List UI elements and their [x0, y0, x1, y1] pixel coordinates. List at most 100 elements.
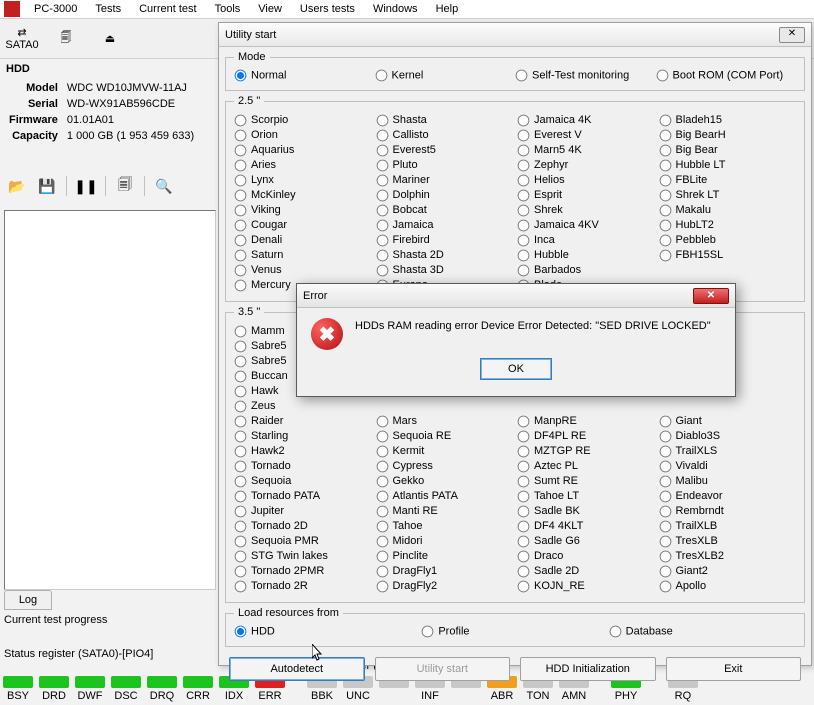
- family-radio[interactable]: Lynx: [234, 173, 372, 188]
- family-radio[interactable]: Jamaica: [376, 218, 514, 233]
- family-radio[interactable]: Kermit: [376, 444, 514, 459]
- menu-item[interactable]: Users tests: [292, 1, 363, 17]
- family-radio[interactable]: Sadle BK: [517, 504, 655, 519]
- family-radio[interactable]: Big BearH: [659, 128, 797, 143]
- family-radio[interactable]: Shasta 2D: [376, 248, 514, 263]
- family-radio[interactable]: DragFly1: [376, 564, 514, 579]
- family-radio[interactable]: Pluto: [376, 158, 514, 173]
- family-radio[interactable]: Apollo: [659, 579, 797, 594]
- family-radio[interactable]: Shasta: [376, 113, 514, 128]
- utility-start-button[interactable]: Utility start: [375, 657, 511, 681]
- pause-icon[interactable]: ❚❚: [75, 175, 97, 197]
- search-icon[interactable]: 🔍: [153, 175, 175, 197]
- copy-button[interactable]: 🗐: [50, 23, 82, 55]
- family-radio[interactable]: Marn5 4K: [517, 143, 655, 158]
- mode-radio[interactable]: Kernel: [375, 69, 516, 82]
- family-radio[interactable]: Manti RE: [376, 504, 514, 519]
- family-radio[interactable]: Sequoia: [234, 474, 372, 489]
- open-icon[interactable]: 📂: [6, 175, 28, 197]
- family-radio[interactable]: Aquarius: [234, 143, 372, 158]
- save-icon[interactable]: 💾: [36, 175, 58, 197]
- family-radio[interactable]: Firebird: [376, 233, 514, 248]
- family-radio[interactable]: Tahoe: [376, 519, 514, 534]
- family-radio[interactable]: Raider: [234, 414, 372, 429]
- family-radio[interactable]: Helios: [517, 173, 655, 188]
- family-radio[interactable]: Barbados: [517, 263, 655, 278]
- family-radio[interactable]: Sequoia RE: [376, 429, 514, 444]
- family-radio[interactable]: Shasta 3D: [376, 263, 514, 278]
- mode-radio[interactable]: Normal: [234, 69, 375, 82]
- family-radio[interactable]: TrailXLS: [659, 444, 797, 459]
- family-radio[interactable]: Bladeh15: [659, 113, 797, 128]
- family-radio[interactable]: ManpRE: [517, 414, 655, 429]
- menu-item[interactable]: Current test: [131, 1, 204, 17]
- exit-button[interactable]: ⏏: [94, 23, 126, 55]
- exit-button[interactable]: Exit: [666, 657, 802, 681]
- family-radio[interactable]: HubLT2: [659, 218, 797, 233]
- ok-button[interactable]: OK: [480, 358, 552, 380]
- family-radio[interactable]: Tahoe LT: [517, 489, 655, 504]
- menu-item[interactable]: PC-3000: [26, 1, 85, 17]
- family-radio[interactable]: MZTGP RE: [517, 444, 655, 459]
- family-radio[interactable]: Bobcat: [376, 203, 514, 218]
- family-radio[interactable]: Midori: [376, 534, 514, 549]
- sata-port-button[interactable]: ⇄ SATA0: [6, 23, 38, 55]
- family-radio[interactable]: Draco: [517, 549, 655, 564]
- family-radio[interactable]: Cypress: [376, 459, 514, 474]
- menu-item[interactable]: Windows: [365, 1, 426, 17]
- family-radio[interactable]: Cougar: [234, 218, 372, 233]
- family-radio[interactable]: Giant: [659, 414, 797, 429]
- family-radio[interactable]: Jamaica 4KV: [517, 218, 655, 233]
- family-radio[interactable]: DragFly2: [376, 579, 514, 594]
- menu-item[interactable]: Help: [428, 1, 467, 17]
- family-radio[interactable]: KOJN_RE: [517, 579, 655, 594]
- family-radio[interactable]: Hawk2: [234, 444, 372, 459]
- family-radio[interactable]: Sumt RE: [517, 474, 655, 489]
- family-radio[interactable]: Jupiter: [234, 504, 372, 519]
- family-radio[interactable]: Malibu: [659, 474, 797, 489]
- close-icon[interactable]: ✕: [693, 288, 729, 304]
- family-radio[interactable]: Rembrndt: [659, 504, 797, 519]
- family-radio[interactable]: Tornado 2R: [234, 579, 372, 594]
- family-radio[interactable]: Callisto: [376, 128, 514, 143]
- family-radio[interactable]: Shrek: [517, 203, 655, 218]
- log-tab[interactable]: Log: [4, 590, 52, 610]
- family-radio[interactable]: Tornado PATA: [234, 489, 372, 504]
- family-radio[interactable]: Esprit: [517, 188, 655, 203]
- autodetect-button[interactable]: Autodetect: [229, 657, 365, 681]
- family-radio[interactable]: Viking: [234, 203, 372, 218]
- family-radio[interactable]: Everest V: [517, 128, 655, 143]
- family-radio[interactable]: Sadle G6: [517, 534, 655, 549]
- family-radio[interactable]: TresXLB: [659, 534, 797, 549]
- family-radio[interactable]: Everest5: [376, 143, 514, 158]
- family-radio[interactable]: TrailXLB: [659, 519, 797, 534]
- family-radio[interactable]: Jamaica 4K: [517, 113, 655, 128]
- hdd-init-button[interactable]: HDD Initialization: [520, 657, 656, 681]
- family-radio[interactable]: FBLite: [659, 173, 797, 188]
- family-radio[interactable]: Zephyr: [517, 158, 655, 173]
- family-radio[interactable]: FBH15SL: [659, 248, 797, 263]
- resource-radio[interactable]: Profile: [421, 625, 608, 638]
- family-radio[interactable]: Big Bear: [659, 143, 797, 158]
- family-radio[interactable]: Shrek LT: [659, 188, 797, 203]
- family-radio[interactable]: Mariner: [376, 173, 514, 188]
- family-radio[interactable]: Tornado 2PMR: [234, 564, 372, 579]
- family-radio[interactable]: Sequoia PMR: [234, 534, 372, 549]
- family-radio[interactable]: Hubble: [517, 248, 655, 263]
- family-radio[interactable]: Diablo3S: [659, 429, 797, 444]
- family-radio[interactable]: STG Twin lakes: [234, 549, 372, 564]
- family-radio[interactable]: Dolphin: [376, 188, 514, 203]
- family-radio[interactable]: Mars: [376, 414, 514, 429]
- menu-item[interactable]: Tools: [207, 1, 249, 17]
- family-radio[interactable]: Starling: [234, 429, 372, 444]
- resource-radio[interactable]: Database: [609, 625, 796, 638]
- family-radio[interactable]: Aztec PL: [517, 459, 655, 474]
- mode-radio[interactable]: Boot ROM (COM Port): [656, 69, 797, 82]
- family-radio[interactable]: Orion: [234, 128, 372, 143]
- family-radio[interactable]: Aries: [234, 158, 372, 173]
- family-radio[interactable]: DF4 4KLT: [517, 519, 655, 534]
- family-radio[interactable]: McKinley: [234, 188, 372, 203]
- family-radio[interactable]: Atlantis PATA: [376, 489, 514, 504]
- family-radio[interactable]: Sadle 2D: [517, 564, 655, 579]
- family-radio[interactable]: Zeus: [234, 399, 372, 414]
